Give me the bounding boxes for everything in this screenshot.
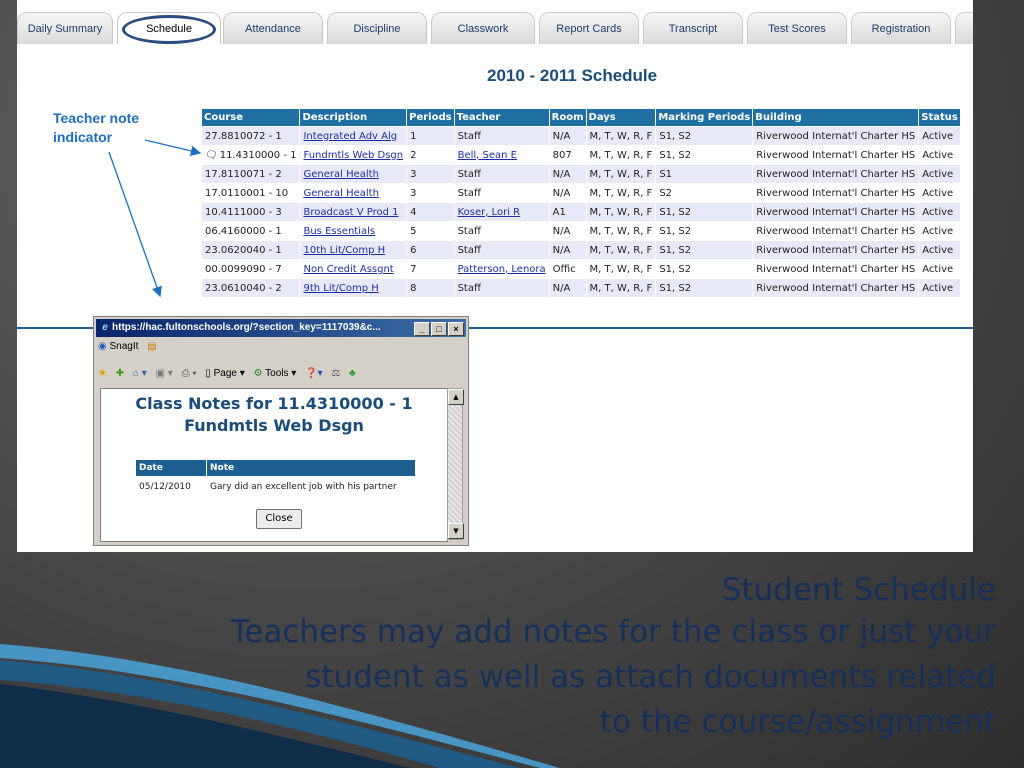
note-date: 05/12/2010 (139, 482, 191, 492)
messenger-icon[interactable]: ♣ (349, 368, 356, 379)
caption-line2: student as well as attach documents rela… (305, 659, 996, 695)
close-window-button[interactable]: × (448, 322, 464, 336)
note-text: Gary did an excellent job with his partn… (210, 482, 397, 492)
minimize-button[interactable]: _ (414, 322, 430, 336)
ie-command-bar: ★ ✚ ⌂ ▾ ▣ ▾ ⎙ ▾ ▯ Page ▾ ⚙ Tools ▾ ❓▾ ⚖ … (98, 368, 362, 379)
popup-url: https://hac.fultonschools.org/?section_k… (112, 322, 381, 333)
page-menu[interactable]: ▯ Page ▾ (205, 368, 244, 379)
research-icon[interactable]: ⚖ (331, 368, 340, 379)
maximize-button[interactable]: □ (431, 322, 447, 336)
favorites-star-icon[interactable]: ★ (98, 368, 107, 379)
close-button[interactable]: Close (256, 509, 302, 529)
page-icon: ▯ (205, 368, 211, 379)
caption-line1: Teachers may add notes for the class or … (230, 614, 996, 650)
help-icon[interactable]: ❓▾ (305, 368, 322, 379)
home-icon[interactable]: ⌂ ▾ (133, 368, 147, 379)
popup-titlebar[interactable]: e https://hac.fultonschools.org/?section_… (96, 319, 466, 337)
notes-header-note: Note (207, 460, 415, 476)
add-favorites-icon[interactable]: ✚ (116, 368, 124, 379)
snagit-button[interactable]: ◉ SnagIt (98, 341, 138, 352)
notes-title-line1: Class Notes for 11.4310000 - 1 (135, 394, 413, 413)
tools-menu[interactable]: ⚙ Tools ▾ (254, 368, 297, 379)
popup-content: Class Notes for 11.4310000 - 1 Fundmtls … (100, 388, 448, 542)
notes-row: 05/12/2010 Gary did an excellent job wit… (136, 477, 415, 494)
notes-header-date: Date (136, 460, 206, 476)
snagit-capture-icon[interactable]: ▤ (147, 341, 156, 352)
slide-caption: Student Schedule Teachers may add notes … (231, 570, 996, 745)
feeds-icon[interactable]: ▣ ▾ (156, 368, 173, 379)
ie-icon: e (102, 322, 108, 333)
gear-icon: ⚙ (253, 368, 263, 379)
snagit-icon: ◉ (98, 341, 107, 352)
snagit-toolbar: ◉ SnagIt ▤ (98, 341, 163, 352)
arrow-to-note (144, 139, 202, 156)
notes-table: Date Note 05/12/2010 Gary did an excelle… (135, 459, 416, 495)
caption-title: Student Schedule (721, 572, 996, 608)
class-notes-popup: e https://hac.fultonschools.org/?section_… (93, 316, 469, 546)
notes-header-row: Date Note (136, 460, 415, 476)
page-menu-label: Page (213, 368, 237, 379)
scroll-down-button[interactable]: ▼ (448, 523, 464, 539)
tools-menu-label: Tools (265, 368, 289, 379)
notes-title: Class Notes for 11.4310000 - 1 Fundmtls … (101, 393, 447, 437)
caption-line3: to the course/assignment (599, 704, 996, 740)
snagit-label: SnagIt (109, 341, 139, 352)
window-controls: _ □ × (413, 321, 464, 339)
scroll-up-button[interactable]: ▲ (448, 389, 464, 405)
popup-scrollbar[interactable]: ▲ ▼ (447, 388, 464, 540)
print-icon[interactable]: ⎙ ▾ (182, 368, 197, 379)
arrow-to-popup (108, 151, 162, 298)
notes-title-line2: Fundmtls Web Dsgn (184, 416, 364, 435)
